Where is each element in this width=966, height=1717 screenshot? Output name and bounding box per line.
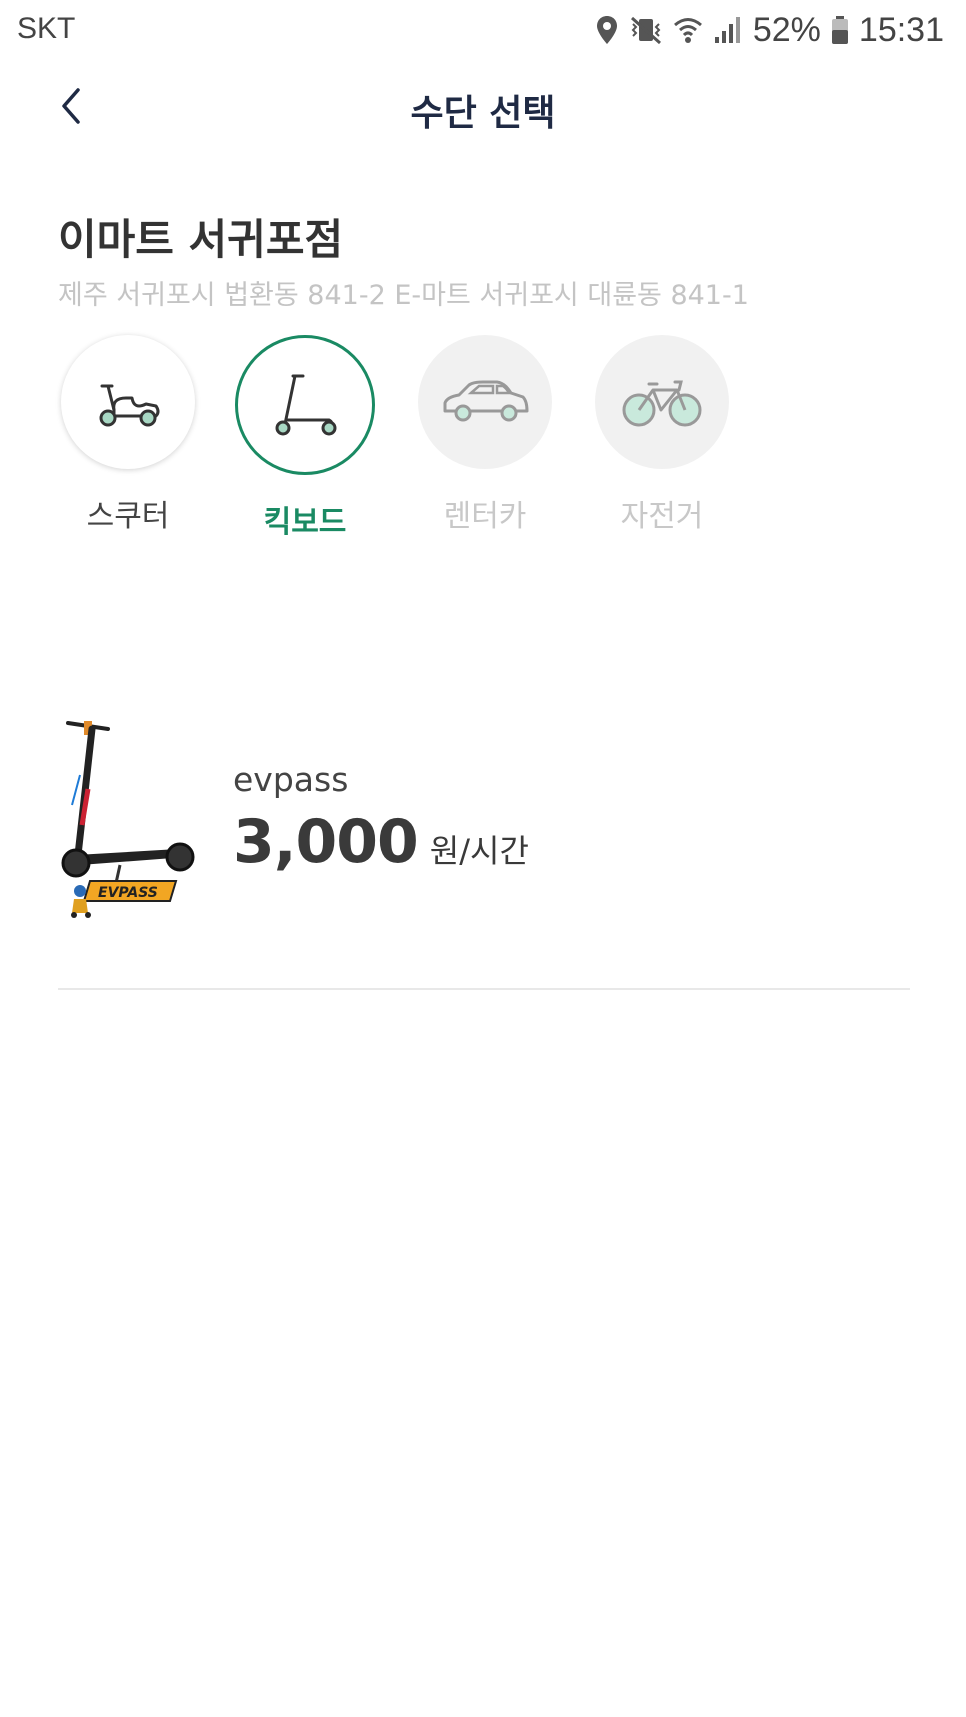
page-title: 수단 선택	[410, 93, 556, 134]
mode-bicycle-circle	[595, 335, 729, 469]
mode-scooter-circle	[61, 335, 195, 469]
status-bar: SKT 52% 15:31	[0, 0, 966, 60]
signal-icon	[714, 17, 740, 43]
mode-rentalcar-circle	[418, 335, 552, 469]
mode-rentalcar[interactable]: 렌터카	[415, 335, 555, 535]
store-name: 이마트 서귀포점	[58, 215, 344, 264]
vehicle-list-item[interactable]: EVPASS evpass 3,000 원/시간	[58, 715, 910, 925]
mode-bicycle-label: 자전거	[620, 499, 704, 534]
vehicle-price: 3,000	[233, 807, 419, 877]
status-icons: 52% 15:31	[595, 8, 944, 52]
kickboard-icon	[275, 374, 337, 436]
clock: 15:31	[858, 10, 944, 49]
wifi-icon	[673, 18, 702, 43]
mode-kickboard-circle	[235, 335, 375, 475]
list-divider	[58, 988, 910, 990]
battery-percent: 52%	[752, 10, 821, 49]
store-address: 제주 서귀포시 법환동 841-2 E-마트 서귀포시 대륜동 841-1	[58, 280, 749, 311]
location-icon	[596, 16, 617, 44]
vehicle-name: evpass	[233, 760, 349, 799]
carrier-label: SKT	[17, 12, 76, 45]
vehicle-price-unit: 원/시간	[429, 832, 529, 870]
evpass-kickboard-image: EVPASS	[61, 721, 195, 918]
scooter-icon	[99, 384, 160, 427]
mode-scooter-label: 스쿠터	[86, 499, 170, 534]
mode-kickboard-label: 킥보드	[263, 505, 347, 540]
header: 수단 선택	[0, 70, 966, 144]
vehicle-price-row: 3,000 원/시간	[233, 807, 529, 877]
evpass-logo-text: EVPASS	[98, 885, 158, 901]
car-icon	[443, 380, 529, 422]
battery-icon	[831, 16, 848, 44]
mode-kickboard[interactable]: 킥보드	[235, 335, 375, 541]
mode-rentalcar-label: 렌터카	[443, 499, 527, 534]
vibrate-mute-icon	[630, 16, 661, 45]
transport-mode-selector: 스쿠터 킥보드 렌터카 자전거	[0, 335, 966, 540]
mode-scooter[interactable]: 스쿠터	[58, 335, 198, 535]
mode-bicycle[interactable]: 자전거	[592, 335, 732, 535]
bicycle-icon	[622, 380, 702, 427]
